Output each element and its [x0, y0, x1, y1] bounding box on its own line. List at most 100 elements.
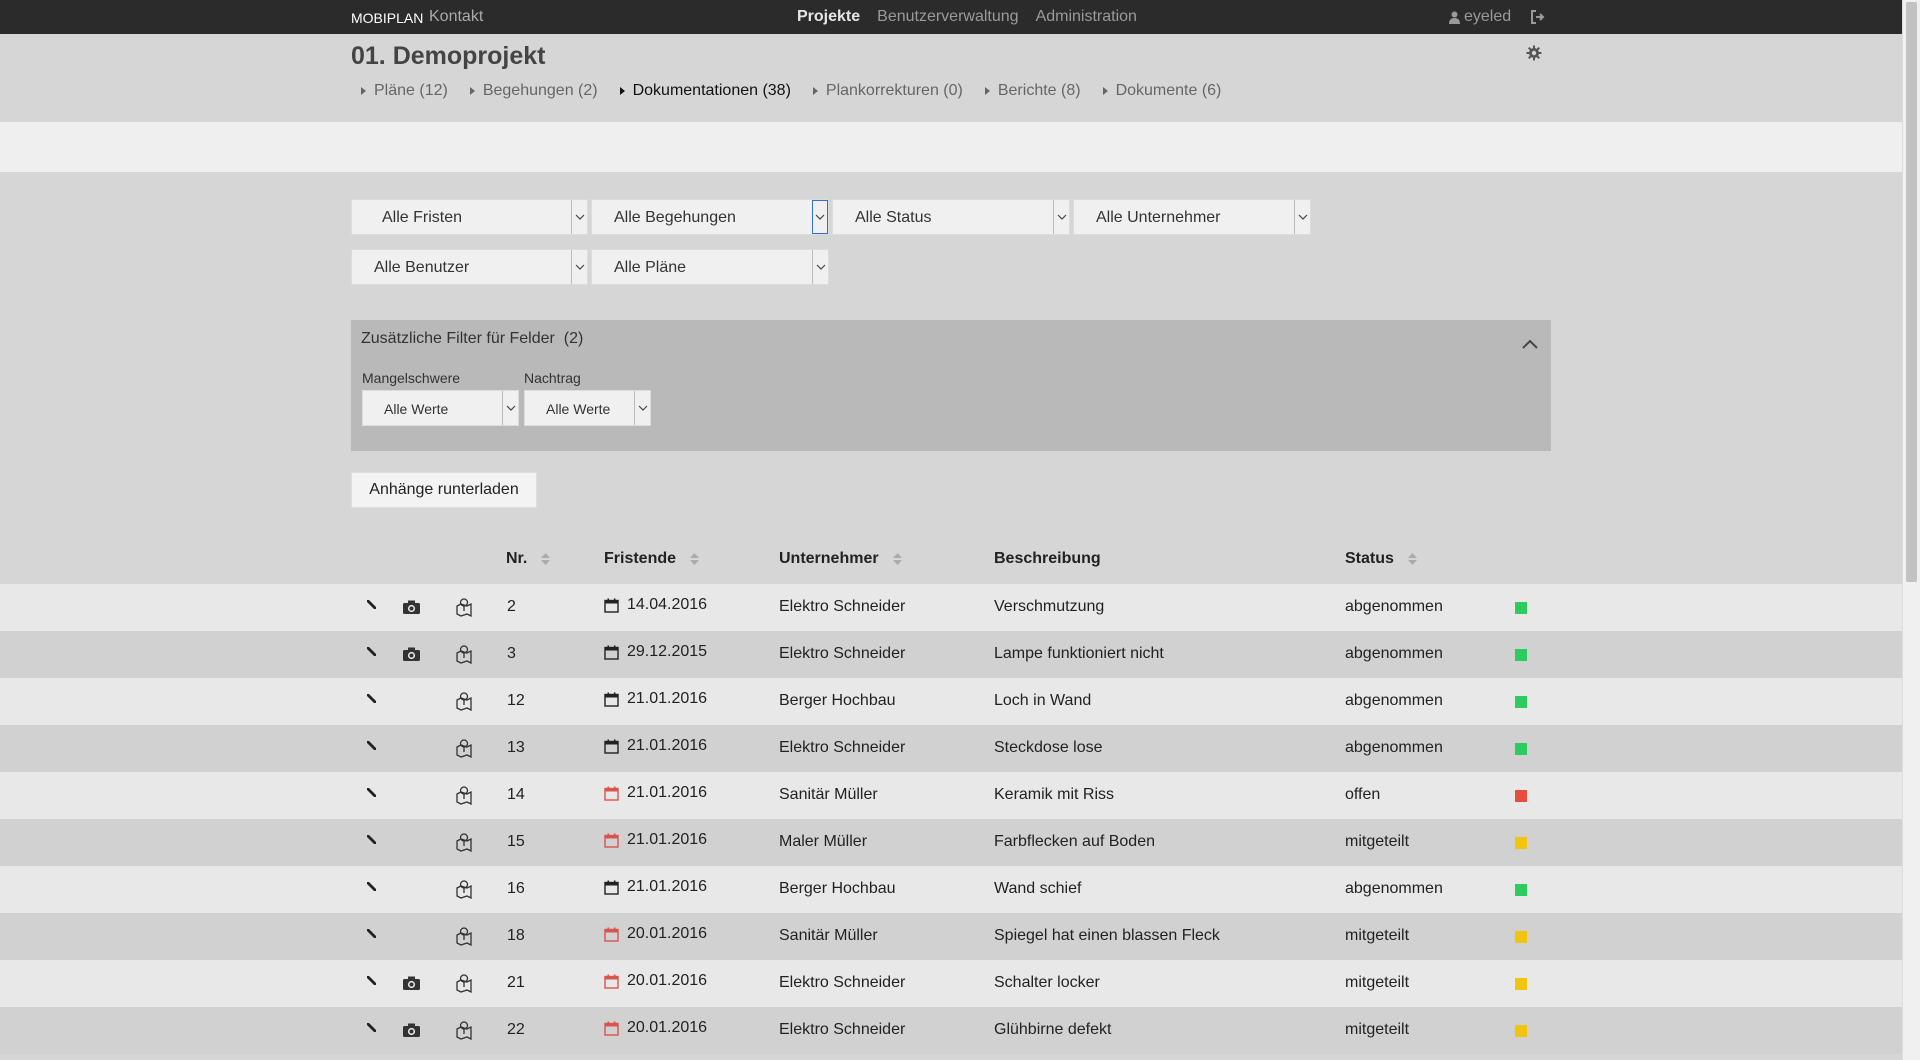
logout-icon[interactable] — [1530, 10, 1546, 24]
chevron-down-icon[interactable] — [812, 250, 828, 284]
select-fristen[interactable]: Alle Fristen — [351, 199, 588, 235]
pencil-icon[interactable] — [366, 599, 378, 611]
tab-plaene[interactable]: Pläne (12) — [361, 82, 448, 100]
row-beschreibung: Farbflecken auf Boden — [994, 833, 1155, 850]
row-nr: 3 — [507, 645, 516, 662]
select-nachtrag[interactable]: Alle Werte — [524, 390, 651, 426]
scrollbar-thumb[interactable] — [1906, 2, 1917, 582]
map-pin-icon[interactable] — [456, 598, 472, 617]
nav-link-benutzerverwaltung[interactable]: Benutzerverwaltung — [877, 8, 1018, 26]
camera-icon[interactable] — [403, 600, 420, 614]
chevron-down-icon[interactable] — [571, 200, 587, 234]
map-pin-icon[interactable] — [456, 645, 472, 664]
brand-logo[interactable]: MOBIPLAN — [351, 10, 423, 26]
row-date: 21.01.2016 — [627, 831, 708, 848]
status-color-indicator — [1515, 931, 1527, 943]
map-pin-icon[interactable] — [456, 739, 472, 758]
table-row[interactable]: 21 20.01.2016 Elektro Schneider Schalter lo… — [0, 960, 1902, 1007]
chevron-up-icon[interactable] — [1521, 338, 1539, 350]
row-nr: 14 — [507, 786, 525, 803]
pencil-icon[interactable] — [366, 693, 378, 705]
tab-dokumente[interactable]: Dokumente (6) — [1102, 82, 1221, 100]
download-attachments-button[interactable]: Anhänge runterladen — [351, 472, 537, 508]
table-row[interactable]: 12 21.01.2016 Berger Hochbau Loch in Wand ab… — [0, 678, 1902, 725]
table-row[interactable]: 22 20.01.2016 Elektro Schneider Glühbirne d… — [0, 1007, 1902, 1054]
pencil-icon[interactable] — [366, 646, 378, 658]
tab-plankorrekturen[interactable]: Plankorrekturen (0) — [812, 82, 963, 100]
main-content: MOBIPLAN Kontakt Projekte Benutzerverwal… — [0, 0, 1902, 1060]
top-navbar: MOBIPLAN Kontakt Projekte Benutzerverwal… — [0, 0, 1902, 34]
pencil-icon[interactable] — [366, 928, 378, 940]
pencil-icon[interactable] — [366, 834, 378, 846]
row-unternehmer: Maler Müller — [779, 833, 868, 850]
camera-icon[interactable] — [403, 976, 420, 990]
panel-title[interactable]: Zusätzliche Filter für Felder (2) — [361, 330, 583, 348]
row-beschreibung: Spiegel hat einen blassen Fleck — [994, 927, 1220, 944]
chevron-down-icon[interactable] — [812, 200, 828, 234]
chevron-down-icon[interactable] — [502, 391, 518, 425]
map-pin-icon[interactable] — [456, 927, 472, 946]
camera-icon[interactable] — [403, 647, 420, 661]
column-header-status[interactable]: Status — [1345, 550, 1417, 568]
map-pin-icon[interactable] — [456, 786, 472, 805]
tab-label: Pläne (12) — [374, 82, 448, 99]
chevron-down-icon[interactable] — [634, 391, 650, 425]
gear-icon[interactable] — [1526, 45, 1542, 61]
status-color-indicator — [1515, 696, 1527, 708]
camera-icon[interactable] — [403, 1023, 420, 1037]
pencil-icon[interactable] — [366, 787, 378, 799]
table-row[interactable]: 2 14.04.2016 Elektro Schneider Verschmutzun… — [0, 584, 1902, 631]
tab-berichte[interactable]: Berichte (8) — [984, 82, 1081, 100]
map-pin-icon[interactable] — [456, 833, 472, 852]
calendar-icon — [604, 645, 619, 660]
column-header-unternehmer[interactable]: Unternehmer — [779, 550, 902, 568]
map-pin-icon[interactable] — [456, 692, 472, 711]
select-value: Alle Werte — [384, 401, 449, 417]
chevron-down-icon[interactable] — [1294, 200, 1310, 234]
tab-dokumentationen[interactable]: Dokumentationen (38) — [619, 82, 791, 100]
table-row[interactable]: 16 21.01.2016 Berger Hochbau Wand schief abg… — [0, 866, 1902, 913]
table-row[interactable]: 3 29.12.2015 Elektro Schneider Lampe funkti… — [0, 631, 1902, 678]
nav-link-administration[interactable]: Administration — [1036, 8, 1137, 26]
chevron-down-icon[interactable] — [571, 250, 587, 284]
table-row[interactable]: 13 21.01.2016 Elektro Schneider Steckdose l… — [0, 725, 1902, 772]
table-row[interactable]: 14 21.01.2016 Sanitär Müller Keramik mit Ri… — [0, 772, 1902, 819]
row-fristende: 21.01.2016 — [604, 831, 707, 849]
row-fristende: 29.12.2015 — [604, 643, 707, 661]
select-unternehmer[interactable]: Alle Unternehmer — [1073, 199, 1311, 235]
map-pin-icon[interactable] — [456, 880, 472, 899]
row-beschreibung: Keramik mit Riss — [994, 786, 1115, 803]
caret-right-icon — [619, 87, 625, 95]
select-mangelschwere[interactable]: Alle Werte — [362, 390, 519, 426]
select-status[interactable]: Alle Status — [832, 199, 1070, 235]
row-fristende: 14.04.2016 — [604, 596, 707, 614]
column-header-fristende[interactable]: Fristende — [604, 550, 700, 568]
pencil-icon[interactable] — [366, 975, 378, 987]
pencil-icon[interactable] — [366, 1022, 378, 1034]
map-pin-icon[interactable] — [456, 974, 472, 993]
status-color-indicator — [1515, 1025, 1527, 1037]
select-plaene[interactable]: Alle Pläne — [591, 249, 829, 285]
table-row[interactable]: 15 21.01.2016 Maler Müller Farbflecken auf … — [0, 819, 1902, 866]
user-name: eyeled — [1464, 8, 1512, 25]
pencil-icon[interactable] — [366, 881, 378, 893]
select-benutzer[interactable]: Alle Benutzer — [351, 249, 588, 285]
pencil-icon[interactable] — [366, 740, 378, 752]
calendar-icon — [604, 833, 619, 848]
chevron-down-icon[interactable] — [1053, 200, 1069, 234]
user-menu[interactable]: eyeled — [1449, 8, 1511, 26]
row-status: abgenommen — [1345, 739, 1443, 756]
nav-link-projekte[interactable]: Projekte — [797, 8, 860, 26]
select-value: Alle Pläne — [614, 259, 687, 276]
table-row[interactable]: 18 20.01.2016 Sanitär Müller Spiegel hat ei… — [0, 913, 1902, 960]
tab-label: Plankorrekturen (0) — [825, 82, 963, 99]
nav-link-kontakt[interactable]: Kontakt — [429, 8, 483, 26]
vertical-scrollbar[interactable] — [1902, 0, 1920, 1060]
column-header-nr[interactable]: Nr. — [506, 550, 551, 568]
tab-begehungen[interactable]: Begehungen (2) — [469, 82, 598, 100]
select-begehungen[interactable]: Alle Begehungen — [591, 199, 829, 235]
caret-right-icon — [361, 87, 366, 95]
row-status: offen — [1345, 786, 1381, 803]
row-date: 20.01.2016 — [627, 925, 708, 942]
map-pin-icon[interactable] — [456, 1021, 472, 1040]
